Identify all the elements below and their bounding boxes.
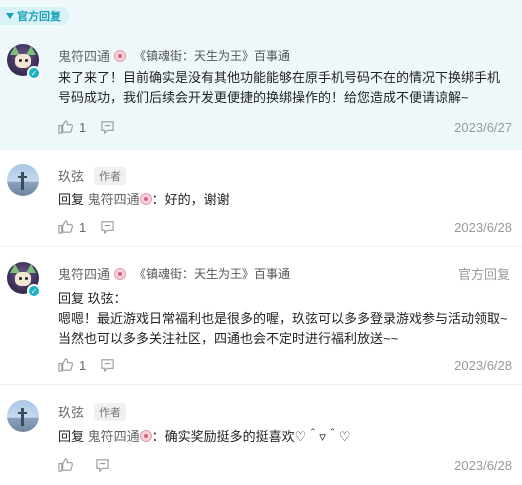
like-icon[interactable] bbox=[58, 120, 73, 134]
avatar[interactable] bbox=[7, 400, 39, 432]
role-title: 《镇魂街：天生为王》百事通 bbox=[134, 49, 291, 63]
comment-date: 2023/6/27 bbox=[454, 119, 512, 135]
comment-actions: 2023/6/28 bbox=[58, 456, 512, 474]
reply-target-user[interactable]: 鬼符四通 bbox=[88, 429, 140, 444]
reply-prefix: 回复 bbox=[58, 192, 85, 207]
comment-header: 玖弦 作者 bbox=[58, 166, 127, 185]
divider bbox=[0, 246, 522, 247]
author-tag: 作者 bbox=[94, 166, 127, 185]
tag-arrow-icon bbox=[6, 13, 14, 19]
comment-text: 回复 鬼符四通 ：确实奖励挺多的挺喜欢♡＾▿＾♡ bbox=[58, 427, 512, 447]
reply-icon[interactable] bbox=[100, 120, 115, 134]
author-tag: 作者 bbox=[94, 402, 127, 421]
divider bbox=[0, 384, 522, 385]
comment-header: 鬼符四通 《镇魂街：天生为王》百事通 bbox=[58, 46, 290, 65]
comment-date: 2023/6/28 bbox=[454, 357, 512, 373]
comment-text: 嗯嗯！最近游戏日常福利也是很多的喔，玖弦可以多多登录游戏参与活动领取~当然也可以… bbox=[58, 311, 508, 346]
level-badge-icon bbox=[139, 193, 152, 205]
like-icon[interactable] bbox=[58, 458, 73, 472]
level-badge-icon bbox=[114, 49, 127, 62]
reply-icon[interactable] bbox=[100, 220, 115, 234]
username[interactable]: 鬼符四通 bbox=[58, 264, 110, 283]
username[interactable]: 玖弦 bbox=[58, 402, 84, 421]
username[interactable]: 玖弦 bbox=[58, 166, 84, 185]
username[interactable]: 鬼符四通 bbox=[58, 46, 110, 65]
like-icon[interactable] bbox=[58, 358, 73, 372]
comment-text: 回复 鬼符四通 ：好的，谢谢 bbox=[58, 190, 512, 210]
reply-prefix: 回复 bbox=[58, 429, 85, 444]
level-badge-icon bbox=[139, 430, 152, 442]
reply-line: 回复 玖弦： bbox=[58, 291, 127, 306]
official-reply-label: 官方回复 bbox=[457, 267, 510, 282]
comment-date: 2023/6/28 bbox=[454, 457, 512, 473]
verified-icon: ✓ bbox=[27, 66, 41, 80]
level-badge-icon bbox=[114, 267, 127, 280]
verified-icon: ✓ bbox=[27, 284, 41, 298]
like-count: 1 bbox=[79, 357, 87, 373]
comment-actions: 1 2023/6/27 bbox=[58, 118, 512, 136]
reply-icon[interactable] bbox=[95, 458, 110, 472]
comment-actions: 1 2023/6/28 bbox=[58, 218, 512, 236]
comment-header: 鬼符四通 《镇魂街：天生为王》百事通 bbox=[58, 264, 290, 283]
comment-actions: 1 2023/6/28 bbox=[58, 356, 512, 374]
comment-header: 玖弦 作者 bbox=[58, 402, 127, 421]
reply-text: ：好的，谢谢 bbox=[151, 192, 230, 207]
reply-target-user[interactable]: 鬼符四通 bbox=[88, 192, 140, 207]
role-title: 《镇魂街：天生为王》百事通 bbox=[134, 267, 291, 281]
official-reply-label: 官方回复 bbox=[17, 11, 61, 23]
comment-text: 来了来了！目前确实是没有其他功能能够在原手机号码不在的情况下换绑手机号码成功，我… bbox=[58, 70, 501, 105]
official-reply-tag: 官方回复 bbox=[0, 7, 69, 25]
like-icon[interactable] bbox=[58, 220, 73, 234]
like-count: 1 bbox=[79, 219, 87, 235]
comment-date: 2023/6/28 bbox=[454, 219, 512, 235]
reply-text: ：确实奖励挺多的挺喜欢♡＾▿＾♡ bbox=[151, 429, 351, 444]
reply-icon[interactable] bbox=[100, 358, 115, 372]
avatar[interactable] bbox=[7, 164, 39, 196]
like-count: 1 bbox=[79, 119, 87, 135]
